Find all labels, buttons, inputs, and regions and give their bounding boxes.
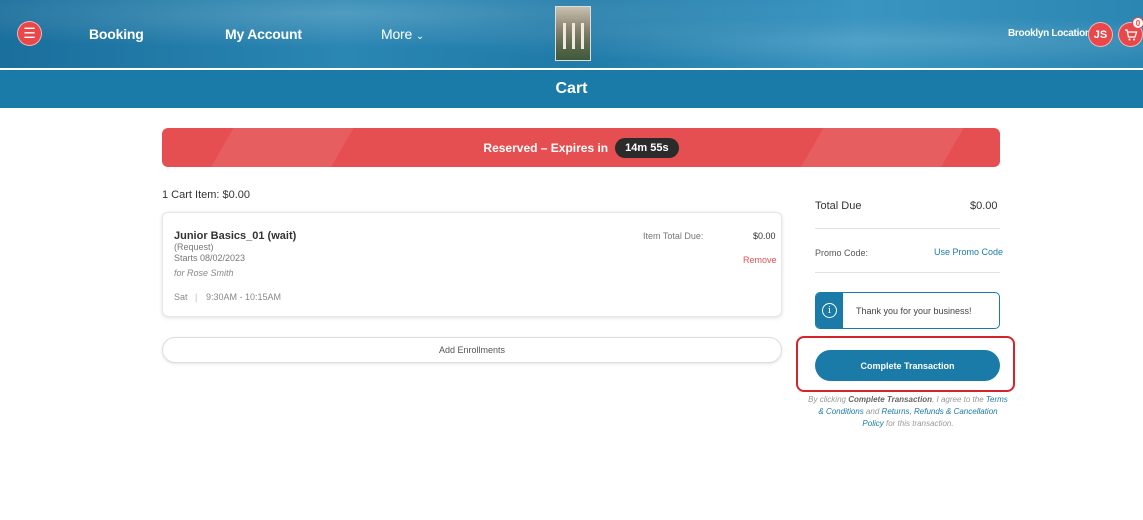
banner-decoration <box>794 128 970 167</box>
summary-divider <box>815 228 1000 229</box>
info-icon: i <box>822 303 837 318</box>
reservation-label: Reserved – Expires in <box>483 140 609 155</box>
legal-suffix: for this transaction. <box>883 419 954 428</box>
item-type: (Request) <box>174 242 214 252</box>
legal-and: and <box>863 407 882 416</box>
info-message: i Thank you for your business! <box>815 292 1000 329</box>
total-due-value: $0.00 <box>970 200 998 212</box>
item-time: 9:30AM - 10:15AM <box>206 292 282 302</box>
nav-link-more[interactable]: More ⌄ <box>381 26 424 42</box>
legal-button-ref: Complete Transaction <box>848 395 933 404</box>
cart-icon <box>1124 28 1137 40</box>
info-icon-panel: i <box>816 293 843 328</box>
logo-column <box>563 23 566 49</box>
site-logo[interactable] <box>555 6 591 61</box>
item-name: Junior Basics_01 (wait) <box>174 230 297 242</box>
nav-more-label: More <box>381 26 413 42</box>
info-message-text: Thank you for your business! <box>856 306 972 316</box>
user-avatar[interactable]: JS <box>1088 22 1113 47</box>
complete-transaction-button[interactable]: Complete Transaction <box>815 350 1000 381</box>
nav-link-my-account[interactable]: My Account <box>225 26 302 42</box>
page-title-bar: Cart <box>0 70 1143 108</box>
banner-decoration <box>204 128 360 167</box>
item-total-label: Item Total Due: <box>643 231 704 241</box>
item-day: Sat <box>174 292 188 302</box>
cart-item-count: 1 Cart Item: $0.00 <box>162 189 251 201</box>
item-start-date: Starts 08/02/2023 <box>174 253 246 263</box>
logo-column <box>581 23 584 49</box>
item-total-value: $0.00 <box>753 231 776 241</box>
reservation-timer: 14m 55s <box>615 137 679 158</box>
remove-item-link[interactable]: Remove <box>743 255 777 265</box>
legal-prefix: By clicking <box>808 395 849 404</box>
legal-agreement-text: By clicking Complete Transaction, I agre… <box>808 394 1008 430</box>
logo-column <box>572 23 575 49</box>
reservation-banner: Reserved – Expires in 14m 55s <box>162 128 1000 167</box>
cart-item-card: Junior Basics_01 (wait) (Request) Starts… <box>162 212 782 317</box>
legal-middle: , I agree to the <box>932 395 986 404</box>
item-participant: for Rose Smith <box>174 268 234 278</box>
nav-link-booking[interactable]: Booking <box>89 26 144 42</box>
use-promo-code-link[interactable]: Use Promo Code <box>934 247 1003 257</box>
total-due-label: Total Due <box>815 200 862 212</box>
chevron-down-icon: ⌄ <box>415 31 424 42</box>
add-enrollments-button[interactable]: Add Enrollments <box>162 337 782 363</box>
item-separator: | <box>195 292 198 302</box>
summary-divider <box>815 272 1000 273</box>
hamburger-menu-button[interactable]: ☰ <box>17 21 42 46</box>
top-navigation: ☰ Booking My Account More ⌄ Brooklyn Loc… <box>0 0 1143 68</box>
cart-count-badge: 0 <box>1132 17 1143 29</box>
page-title: Cart <box>555 80 588 97</box>
location-selector[interactable]: Brooklyn Location <box>1008 28 1091 39</box>
promo-code-label: Promo Code: <box>815 248 869 258</box>
hamburger-icon: ☰ <box>23 25 36 41</box>
